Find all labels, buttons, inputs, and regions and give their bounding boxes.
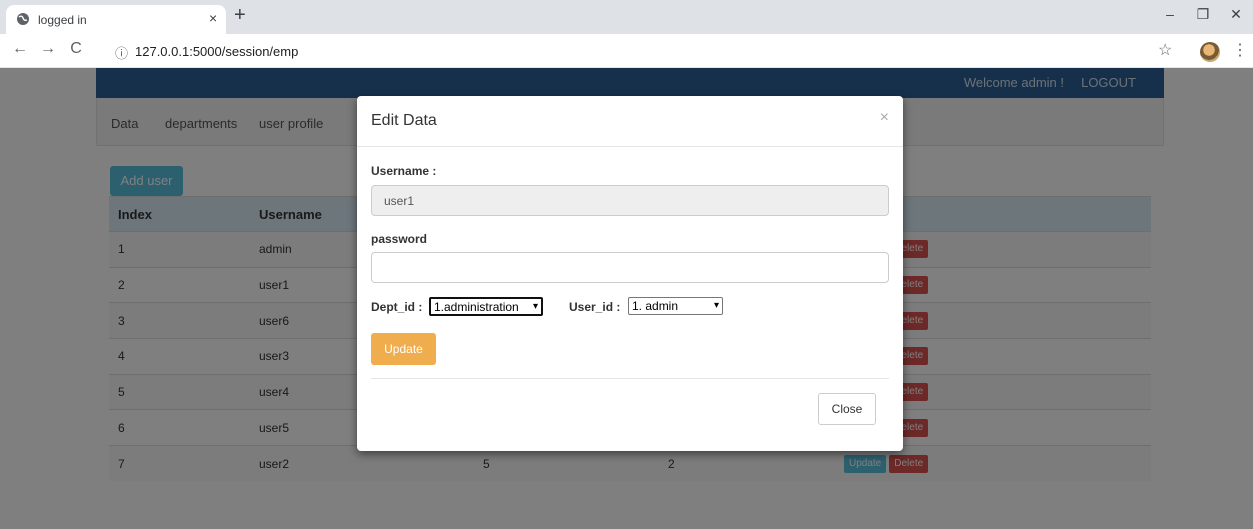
edit-data-modal: Edit Data × Username : password Dept_id … (357, 96, 903, 451)
minimize-icon[interactable]: – (1160, 6, 1180, 22)
profile-avatar[interactable] (1200, 42, 1220, 62)
update-button[interactable]: Update (371, 333, 436, 365)
password-label: password (371, 232, 428, 246)
dept-id-label: Dept_id : (371, 300, 423, 314)
url-text: 127.0.0.1:5000/session/emp (135, 44, 299, 59)
address-bar: ← → C ⓘ 127.0.0.1:5000/session/emp ☆ ⋮ (0, 34, 1253, 68)
user-id-label: User_id : (569, 300, 621, 314)
close-window-icon[interactable]: ✕ (1226, 6, 1246, 23)
user-id-selected: 1. admin (632, 299, 679, 313)
modal-footer-divider (371, 378, 889, 379)
close-button[interactable]: Close (818, 393, 876, 425)
browser-tab-bar: logged in × + – ❐ ✕ (0, 0, 1253, 34)
tab-close-icon[interactable]: × (209, 10, 217, 26)
chevron-down-icon: ▾ (713, 300, 719, 311)
menu-icon[interactable]: ⋮ (1232, 40, 1248, 60)
reload-icon[interactable]: C (66, 40, 86, 58)
globe-icon (17, 13, 29, 25)
password-input[interactable] (371, 252, 889, 283)
back-icon[interactable]: ← (10, 40, 30, 58)
bookmark-star-icon[interactable]: ☆ (1158, 40, 1172, 60)
info-icon[interactable]: ⓘ (115, 43, 128, 62)
modal-header: Edit Data × (357, 96, 903, 147)
restore-icon[interactable]: ❐ (1193, 6, 1213, 23)
dept-id-selected: 1.administration (434, 300, 519, 314)
username-label: Username : (371, 164, 437, 178)
browser-tab[interactable]: logged in × (6, 5, 226, 34)
modal-close-icon[interactable]: × (880, 109, 889, 127)
url-input[interactable]: ⓘ 127.0.0.1:5000/session/emp (101, 39, 1141, 63)
new-tab-icon[interactable]: + (234, 4, 246, 27)
username-input[interactable] (371, 185, 889, 216)
forward-icon[interactable]: → (38, 40, 58, 58)
user-id-select[interactable]: 1. admin ▾ (628, 297, 723, 315)
tab-title: logged in (38, 13, 87, 27)
dept-id-select[interactable]: 1.administration ▾ (429, 297, 543, 316)
chevron-down-icon: ▾ (532, 301, 538, 312)
page-content: Welcome admin ! LOGOUT Data departments … (0, 68, 1253, 529)
modal-title: Edit Data (371, 112, 437, 129)
